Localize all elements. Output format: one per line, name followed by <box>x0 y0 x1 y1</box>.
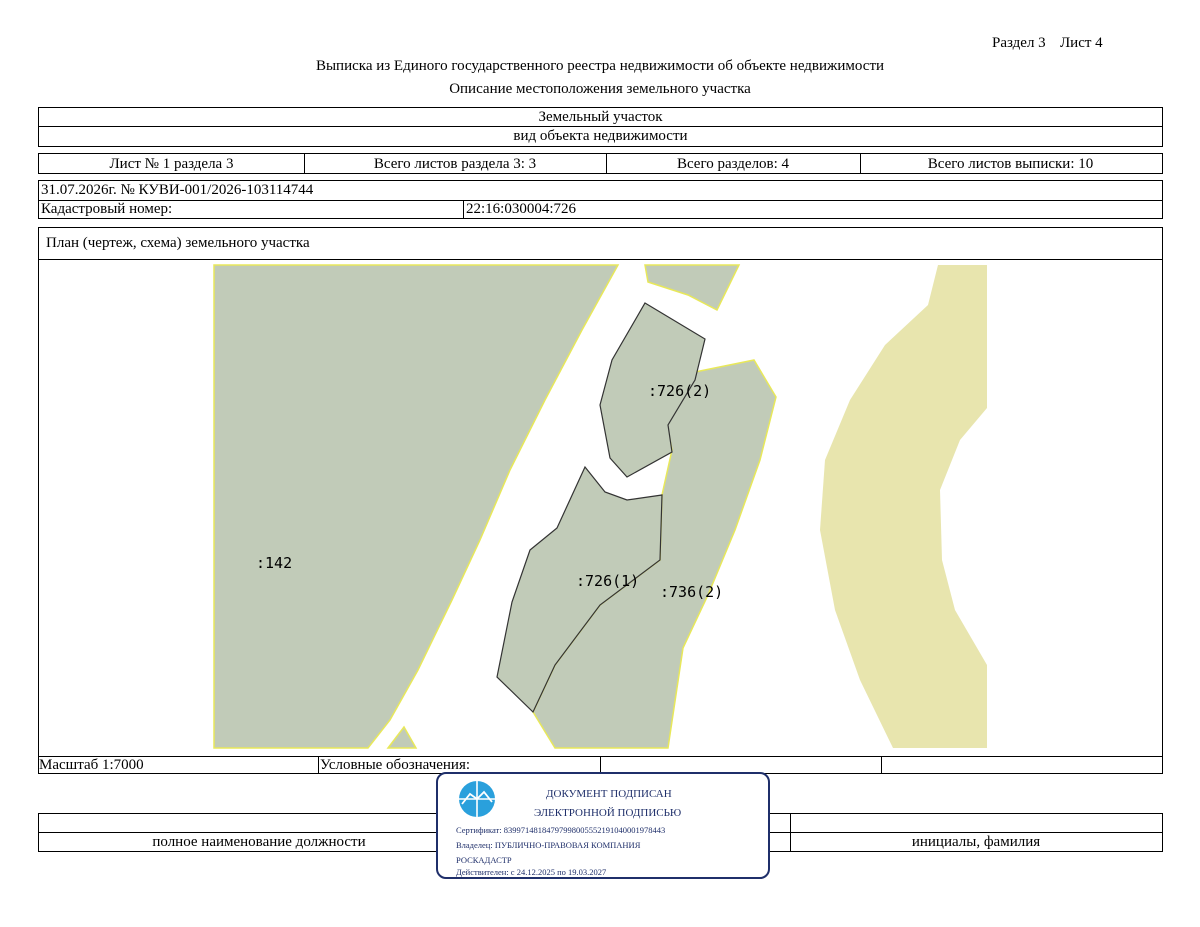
label-parcel-726-2: :726(2) <box>648 382 711 400</box>
stamp-owner-line1: Владелец: ПУБЛИЧНО-ПРАВОВАЯ КОМПАНИЯ <box>456 840 641 850</box>
stamp-certificate: Сертификат: 8399714818479799800555219104… <box>456 825 666 835</box>
label-parcel-726-1: :726(1) <box>576 572 639 590</box>
position-caption: полное наименование должности <box>152 834 366 850</box>
parcel-fragment <box>386 725 418 749</box>
water-area <box>820 265 987 748</box>
stamp-line2: ЭЛЕКТРОННОЙ ПОДПИСЬЮ <box>534 807 682 819</box>
roskadastr-logo-icon <box>459 781 495 817</box>
stamp-valid: Действителен: с 24.12.2025 по 19.03.2027 <box>456 867 607 877</box>
label-parcel-142: :142 <box>256 554 292 572</box>
stamp-owner-line2: РОСКАДАСТР <box>456 855 512 865</box>
label-parcel-736-2: :736(2) <box>660 583 723 601</box>
signature-stamp: ДОКУМЕНТ ПОДПИСАН ЭЛЕКТРОННОЙ ПОДПИСЬЮ С… <box>436 772 770 879</box>
name-caption: инициалы, фамилия <box>911 834 1041 850</box>
parcel-top <box>644 264 741 312</box>
stamp-line1: ДОКУМЕНТ ПОДПИСАН <box>546 788 672 800</box>
